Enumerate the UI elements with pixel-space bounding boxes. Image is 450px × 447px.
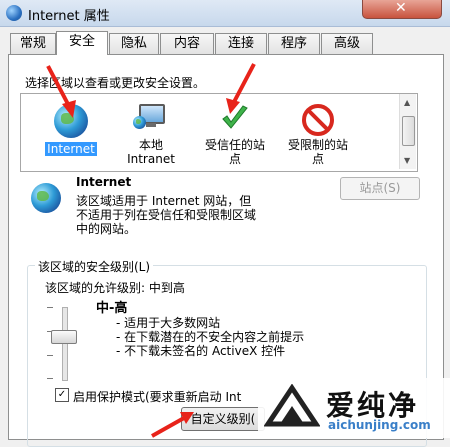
slider-tick bbox=[47, 307, 53, 308]
protected-mode-label: 启用保护模式(要求重新启动 Int bbox=[73, 390, 242, 404]
close-icon: ✕ bbox=[395, 0, 407, 16]
zone-restricted-sites[interactable]: 受限制的站 点 bbox=[280, 104, 356, 166]
globe-icon bbox=[31, 183, 61, 213]
zone-label-line2: 点 bbox=[228, 152, 241, 166]
zone-label: 受信任的站 bbox=[204, 138, 265, 152]
slider-tick bbox=[47, 355, 53, 356]
zone-description-line: 该区域适用于 Internet 网站，但 bbox=[76, 194, 252, 208]
computer-icon bbox=[133, 104, 167, 130]
tab-connections[interactable]: 连接 bbox=[215, 33, 267, 54]
zone-label-line2: 点 bbox=[311, 152, 324, 166]
level-bullet: - 在下载潜在的不安全内容之前提示 bbox=[116, 330, 305, 344]
zone-label: Internet bbox=[45, 142, 97, 156]
allowed-level: 该区域的允许级别: 中到高 bbox=[45, 281, 185, 295]
tab-content[interactable]: 内容 bbox=[160, 33, 214, 54]
zone-description-line: 不适用于列在受信任和受限制区域 bbox=[76, 208, 257, 222]
annotation-arrow bbox=[151, 412, 194, 438]
ie-icon bbox=[6, 5, 22, 21]
slider-tick bbox=[47, 378, 53, 379]
zone-label: 受限制的站 bbox=[287, 138, 348, 152]
watermark-logo bbox=[264, 384, 320, 427]
sites-button[interactable]: 站点(S) bbox=[340, 177, 420, 200]
level-name: 中-高 bbox=[96, 301, 128, 316]
tab-advanced[interactable]: 高级 bbox=[321, 33, 373, 54]
zone-description: 该区域适用于 Internet 网站，但 不适用于列在受信任和受限制区域 中的网… bbox=[76, 194, 256, 236]
level-bullets: - 适用于大多数网站 - 在下载潜在的不安全内容之前提示 - 不下载未签名的 A… bbox=[116, 316, 304, 358]
title-bar: Internet 属性 ✕ bbox=[0, 0, 450, 27]
watermark-url: aichunjing.com bbox=[328, 418, 431, 432]
scrollbar-thumb[interactable] bbox=[402, 116, 415, 146]
tab-privacy[interactable]: 隐私 bbox=[109, 33, 159, 54]
watermark: 爱纯净 aichunjing.com bbox=[258, 378, 450, 438]
zone-description-line: 中的网站。 bbox=[76, 222, 137, 236]
zone-local-intranet[interactable]: 本地 Intranet bbox=[118, 104, 184, 166]
annotation-arrow bbox=[226, 63, 256, 114]
window-title: Internet 属性 bbox=[28, 9, 110, 24]
protected-mode-checkbox[interactable]: ✓ bbox=[55, 388, 69, 402]
security-slider-track[interactable] bbox=[62, 307, 68, 381]
level-bullet: - 不下载未签名的 ActiveX 控件 bbox=[116, 344, 286, 358]
zone-name: Internet bbox=[76, 175, 132, 189]
zone-label-line2: Intranet bbox=[127, 152, 175, 166]
close-button[interactable]: ✕ bbox=[362, 0, 442, 19]
tab-security[interactable]: 安全 bbox=[56, 31, 108, 55]
annotation-arrow bbox=[46, 65, 76, 118]
scroll-up-icon[interactable]: ▲ bbox=[404, 98, 410, 107]
tab-general[interactable]: 常规 bbox=[10, 33, 56, 54]
no-entry-icon bbox=[302, 104, 334, 136]
level-bullet: - 适用于大多数网站 bbox=[116, 316, 221, 330]
security-slider-handle[interactable] bbox=[51, 330, 77, 344]
tab-programs[interactable]: 程序 bbox=[268, 33, 320, 54]
zone-scrollbar[interactable]: ▲ ▼ bbox=[399, 94, 416, 169]
scroll-down-icon[interactable]: ▼ bbox=[404, 156, 410, 165]
zone-label: 本地 bbox=[138, 138, 163, 152]
security-level-title: 该区域的安全级别(L) bbox=[35, 258, 154, 275]
